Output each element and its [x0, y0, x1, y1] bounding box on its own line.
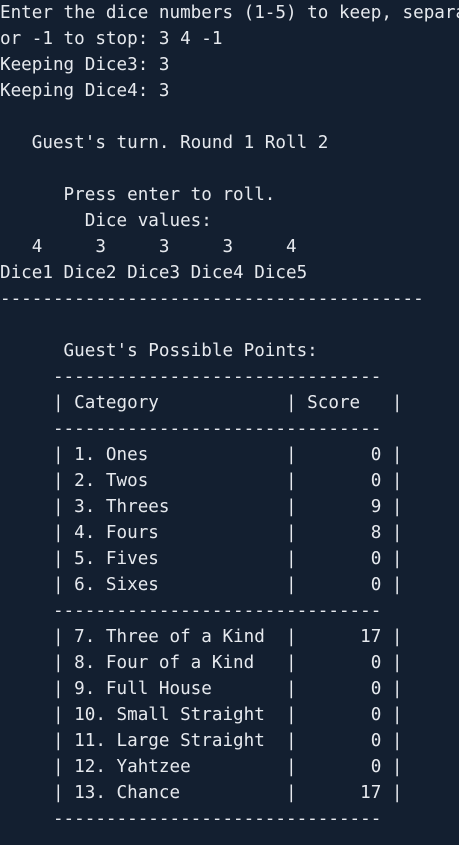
possible-points-heading: Guest's Possible Points: [0, 341, 318, 361]
table-row: | 9. Full House | 0 | [0, 679, 403, 699]
table-row: | 8. Four of a Kind | 0 | [0, 653, 403, 673]
table-row: | 7. Three of a Kind | 17 | [0, 627, 403, 647]
table-border-top: ------------------------------- [0, 367, 382, 387]
dice-values-line: 4 3 3 3 4 [0, 237, 297, 257]
table-row: | 3. Threes | 9 | [0, 497, 403, 517]
press-enter-line: Press enter to roll. [0, 185, 276, 205]
table-border-bottom: ------------------------------- [0, 809, 382, 829]
table-border: ------------------------------- [0, 419, 382, 439]
table-border: ------------------------------- [0, 601, 382, 621]
turn-status-line: Guest's turn. Round 1 Roll 2 [0, 133, 329, 153]
table-row: | 1. Ones | 0 | [0, 445, 403, 465]
keeping-dice4-line: Keeping Dice4: 3 [0, 81, 170, 101]
table-row: | 11. Large Straight | 0 | [0, 731, 403, 751]
table-row: | 6. Sixes | 0 | [0, 575, 403, 595]
prompt-keep-line-1: Enter the dice numbers (1-5) to keep, se… [0, 3, 459, 23]
terminal-output[interactable]: Enter the dice numbers (1-5) to keep, se… [0, 0, 459, 845]
table-row: | 12. Yahtzee | 0 | [0, 757, 403, 777]
dice-labels-line: Dice1 Dice2 Dice3 Dice4 Dice5 [0, 263, 308, 283]
table-row: | 2. Twos | 0 | [0, 471, 403, 491]
table-header-row: | Category | Score | [0, 393, 403, 413]
table-row: | 5. Fives | 0 | [0, 549, 403, 569]
prompt-keep-line-2: or -1 to stop: 3 4 -1 [0, 29, 223, 49]
table-row: | 13. Chance | 17 | [0, 783, 403, 803]
dice-values-heading: Dice values: [0, 211, 212, 231]
separator-line: ---------------------------------------- [0, 289, 424, 309]
keeping-dice3-line: Keeping Dice3: 3 [0, 55, 170, 75]
table-row: | 4. Fours | 8 | [0, 523, 403, 543]
table-row: | 10. Small Straight | 0 | [0, 705, 403, 725]
